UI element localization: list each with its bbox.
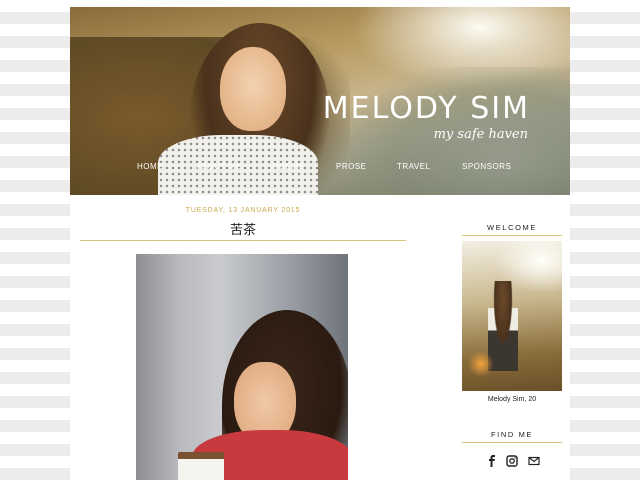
- post-photo-cup: [178, 452, 224, 480]
- post-title-divider: [80, 240, 406, 241]
- sidebar-photo-flare: [468, 351, 494, 377]
- sidebar-find-me-divider: [462, 442, 562, 443]
- sidebar-profile-photo: [462, 241, 562, 391]
- sidebar-profile-caption: Melody Sim, 20: [487, 396, 537, 403]
- nav-about-me[interactable]: ABOUT ME: [196, 162, 242, 171]
- post-photo: [136, 254, 348, 480]
- header-photo-face: [220, 47, 286, 131]
- post-date: TUESDAY, 13 JANUARY 2015: [185, 207, 301, 214]
- nav-sponsors[interactable]: SPONSORS: [462, 162, 511, 171]
- facebook-icon[interactable]: [486, 454, 498, 467]
- nav-prose[interactable]: PROSE: [336, 162, 367, 171]
- main-nav: HOME ABOUT ME POEMS PROSE TRAVEL SPONSOR…: [70, 162, 570, 178]
- site-tagline: my safe haven: [433, 127, 528, 142]
- nav-poems[interactable]: POEMS: [273, 162, 304, 171]
- mail-icon[interactable]: [528, 454, 540, 466]
- nav-home[interactable]: HOME: [137, 162, 163, 171]
- post-title[interactable]: 苦茶: [80, 219, 406, 238]
- sidebar-welcome-heading: WELCOME: [487, 223, 537, 232]
- page: MELODY SIM my safe haven HOME ABOUT ME P…: [70, 7, 570, 480]
- header-banner: MELODY SIM my safe haven HOME ABOUT ME P…: [70, 7, 570, 195]
- site-title[interactable]: MELODY SIM: [323, 91, 530, 126]
- sidebar-welcome-divider: [462, 235, 562, 236]
- sidebar-find-me-heading: FIND ME: [490, 430, 534, 439]
- instagram-icon[interactable]: [506, 454, 518, 467]
- nav-travel[interactable]: TRAVEL: [397, 162, 431, 171]
